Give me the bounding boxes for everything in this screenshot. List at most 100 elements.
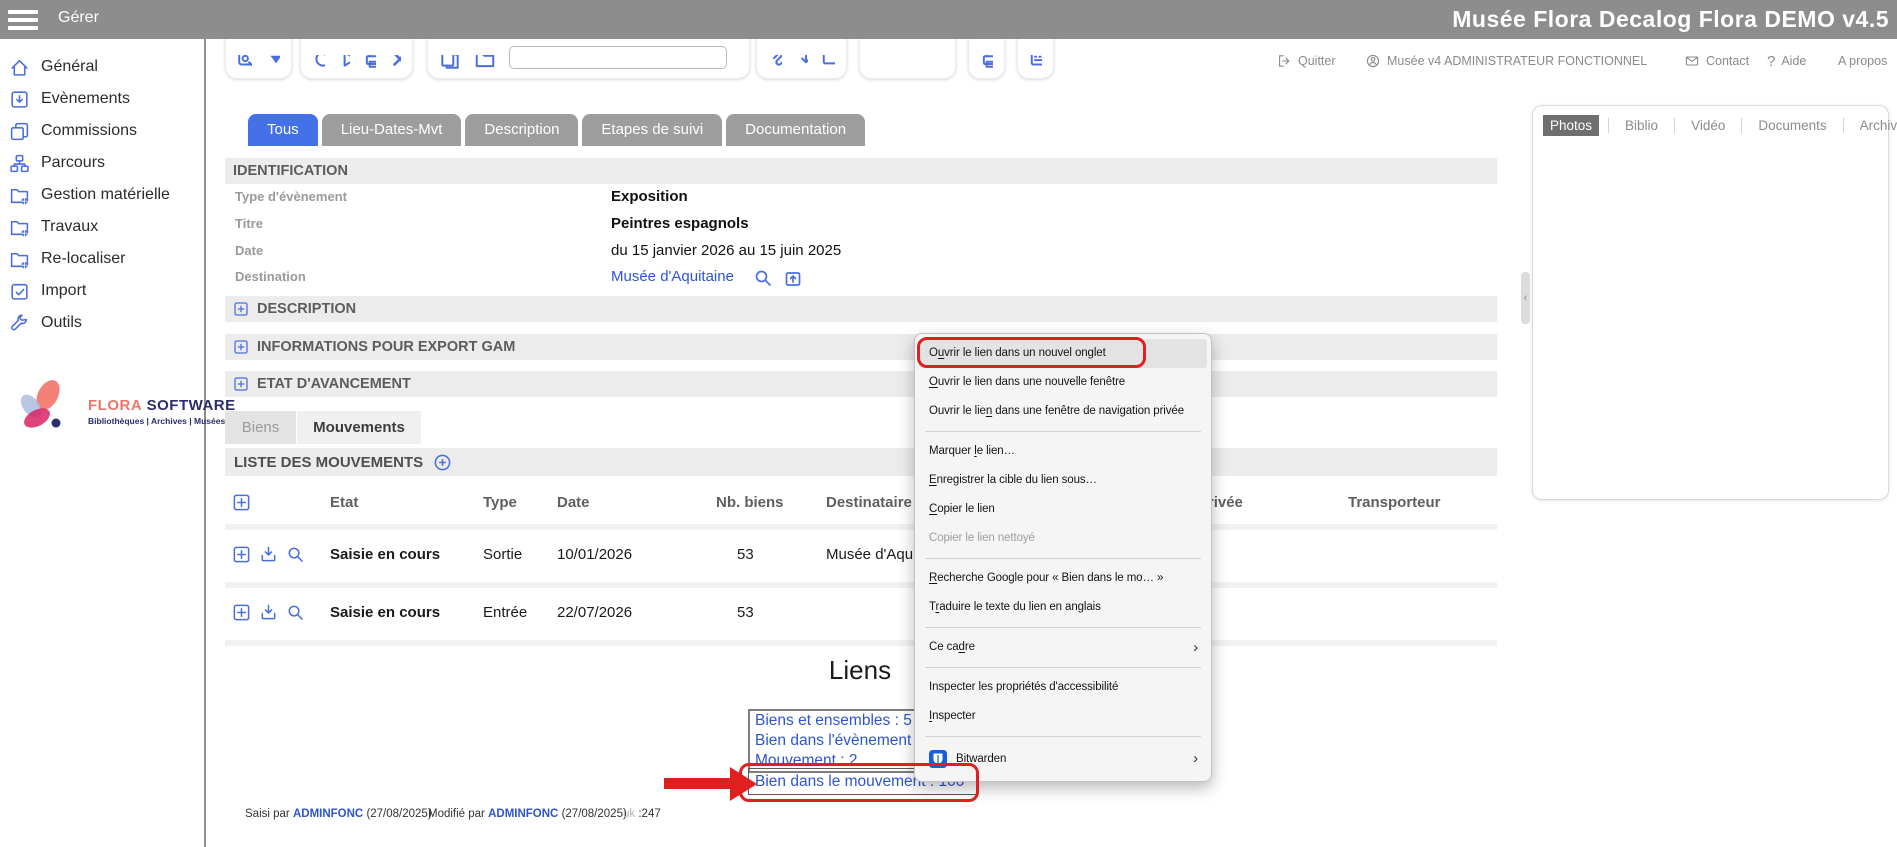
field-value-date: du 15 janvier 2026 au 15 juin 2025 bbox=[611, 242, 841, 259]
expand-plus-icon[interactable] bbox=[232, 603, 251, 622]
expand-plus-icon[interactable] bbox=[232, 545, 251, 564]
menu-item-bitwarden[interactable]: Bitwarden › bbox=[915, 742, 1211, 776]
open-record-icon[interactable] bbox=[783, 268, 803, 288]
field-label-date: Date bbox=[235, 243, 263, 258]
magnifier-icon[interactable] bbox=[753, 268, 773, 288]
menu-item-bookmark-link[interactable]: Marquer le lien… bbox=[915, 437, 1211, 466]
menu-item-google-search[interactable]: Recherche Google pour « Bien dans le mo…… bbox=[915, 564, 1211, 593]
sidebar-item-import[interactable]: Import bbox=[0, 276, 200, 306]
expand-plus-icon[interactable] bbox=[233, 339, 249, 355]
tab-divider bbox=[1843, 118, 1844, 133]
user-icon bbox=[1365, 53, 1381, 69]
menu-item-this-frame[interactable]: Ce cadre› bbox=[915, 633, 1211, 662]
contact-link[interactable]: Contact bbox=[1684, 51, 1749, 71]
menu-separator bbox=[925, 431, 1201, 432]
sidebar-item-parcours[interactable]: Parcours bbox=[0, 148, 200, 178]
table-row: Saisie en cours Sortie 10/01/2026 53 Mus… bbox=[225, 530, 1497, 578]
menu-item-save-link-as[interactable]: Enregistrer la cible du lien sous… bbox=[915, 466, 1211, 495]
subtab-mouvements[interactable]: Mouvements bbox=[297, 411, 421, 444]
media-tab-video[interactable]: Vidéo bbox=[1684, 115, 1732, 136]
cell-type: Entrée bbox=[483, 604, 557, 621]
expand-all-plus-icon[interactable] bbox=[232, 493, 251, 512]
media-tab-documents[interactable]: Documents bbox=[1751, 115, 1833, 136]
subtab-biens[interactable]: Biens bbox=[225, 411, 296, 444]
menu-item-open-new-tab[interactable]: Ouvrir le lien dans un nouvel onglet bbox=[919, 339, 1207, 368]
cell-nb-biens: 53 bbox=[716, 604, 826, 621]
printer-icon[interactable] bbox=[980, 55, 993, 69]
page-copy-icon[interactable] bbox=[439, 55, 461, 69]
download-icon[interactable] bbox=[259, 603, 278, 622]
play-icon[interactable] bbox=[338, 55, 351, 69]
panel-collapse-handle[interactable]: ‹ bbox=[1521, 272, 1530, 324]
section-description[interactable]: DESCRIPTION bbox=[225, 296, 1497, 322]
tab-etapes-de-suivi[interactable]: Etapes de suivi bbox=[582, 114, 722, 146]
about-link[interactable]: A propos bbox=[1838, 51, 1887, 71]
flora-petals-icon bbox=[10, 375, 74, 439]
record-tabs: Tous Lieu-Dates-Mvt Description Etapes d… bbox=[248, 114, 865, 146]
media-tab-biblio[interactable]: Biblio bbox=[1618, 115, 1665, 136]
sidebar-item-outils[interactable]: Outils bbox=[0, 308, 200, 338]
menu-item-translate-link[interactable]: Traduire le texte du lien en anglais bbox=[915, 593, 1211, 622]
paperclip-icon[interactable] bbox=[768, 55, 782, 69]
sidebar-item-commissions[interactable]: Commissions bbox=[0, 116, 200, 146]
tab-documentation[interactable]: Documentation bbox=[726, 114, 865, 146]
link-bien-dans-evenement[interactable]: Bien dans l'évènement bbox=[755, 732, 911, 750]
uk-label: uk bbox=[623, 808, 635, 820]
tab-divider bbox=[1741, 118, 1742, 133]
arrow-down-icon[interactable] bbox=[795, 55, 809, 69]
view-magnifier-icon[interactable] bbox=[286, 545, 305, 564]
media-tab-photos[interactable]: Photos bbox=[1543, 115, 1599, 136]
destination-link[interactable]: Musée d'Aquitaine bbox=[611, 268, 734, 285]
help-link[interactable]: ? Aide bbox=[1767, 51, 1806, 71]
sidebar-item-gestion-materielle[interactable]: Gestion matérielle bbox=[0, 180, 200, 210]
tab-description[interactable]: Description bbox=[465, 114, 578, 146]
sidebar-item-travaux[interactable]: Travaux bbox=[0, 212, 200, 242]
saisi-user-link[interactable]: ADMINFONC bbox=[293, 808, 363, 820]
user-account[interactable]: Musée v4 ADMINISTRATEUR FONCTIONNEL bbox=[1365, 51, 1647, 71]
menu-item-open-new-window[interactable]: Ouvrir le lien dans une nouvelle fenêtre bbox=[915, 368, 1211, 397]
sidebar-item-general[interactable]: Général bbox=[0, 52, 200, 82]
link-biens-et-ensembles[interactable]: Biens et ensembles : 5 bbox=[755, 712, 912, 730]
caret-down-icon[interactable] bbox=[265, 55, 280, 69]
section-etat-avancement[interactable]: ETAT D'AVANCEMENT bbox=[225, 371, 1497, 397]
menu-item-inspect-accessibility[interactable]: Inspecter les propriétés d'accessibilité bbox=[915, 673, 1211, 702]
keypad-icon[interactable] bbox=[1029, 55, 1042, 69]
folder-globe-icon bbox=[9, 217, 30, 238]
expand-plus-icon[interactable] bbox=[233, 301, 249, 317]
header-menu-label: Gérer bbox=[58, 9, 99, 27]
app-title: Musée Flora Decalog Flora DEMO v4.5 bbox=[1452, 6, 1889, 33]
annotation-red-arrow bbox=[664, 778, 732, 789]
add-movement-icon[interactable] bbox=[433, 453, 452, 472]
about-label: A propos bbox=[1838, 54, 1887, 68]
tab-tous[interactable]: Tous bbox=[248, 114, 318, 146]
folder-globe-icon bbox=[9, 185, 30, 206]
expand-plus-icon[interactable] bbox=[233, 376, 249, 392]
download-icon[interactable] bbox=[259, 545, 278, 564]
image-search-icon[interactable] bbox=[237, 55, 252, 69]
menu-item-copy-link[interactable]: Copier le lien bbox=[915, 495, 1211, 524]
user-label: Musée v4 ADMINISTRATEUR FONCTIONNEL bbox=[1387, 54, 1647, 68]
card-plus-icon[interactable] bbox=[821, 55, 835, 69]
folder-icon[interactable] bbox=[474, 55, 496, 69]
event-box-icon bbox=[9, 89, 30, 110]
section-etat-avancement-title: ETAT D'AVANCEMENT bbox=[257, 376, 411, 392]
field-value-titre: Peintres espagnols bbox=[611, 215, 749, 232]
toolbar-search-input[interactable] bbox=[509, 46, 727, 69]
refresh-icon[interactable] bbox=[312, 55, 325, 69]
cell-nb-biens: 53 bbox=[716, 546, 826, 563]
sidebar-item-relocaliser[interactable]: Re-localiser bbox=[0, 244, 200, 274]
tab-lieu-dates-mvt[interactable]: Lieu-Dates-Mvt bbox=[322, 114, 462, 146]
close-icon[interactable] bbox=[389, 55, 402, 69]
menu-item-inspect[interactable]: Inspecter bbox=[915, 702, 1211, 731]
modifie-user-link[interactable]: ADMINFONC bbox=[488, 808, 558, 820]
quit-link[interactable]: Quitter bbox=[1276, 51, 1336, 71]
section-export-gam[interactable]: INFORMATIONS POUR EXPORT GAM bbox=[225, 334, 1497, 360]
view-magnifier-icon[interactable] bbox=[286, 603, 305, 622]
printer-icon[interactable] bbox=[363, 55, 376, 69]
hamburger-menu-icon[interactable] bbox=[8, 10, 38, 34]
media-tab-archives[interactable]: Archives bbox=[1853, 115, 1897, 136]
saisi-par-status: Saisi par ADMINFONC (27/08/2025) bbox=[245, 808, 432, 820]
sidebar-item-evenements[interactable]: Evènements bbox=[0, 84, 200, 114]
menu-item-open-private-window[interactable]: Ouvrir le lien dans une fenêtre de navig… bbox=[915, 397, 1211, 426]
menu-item-copy-clean-link: Copier le lien nettoyé bbox=[915, 524, 1211, 553]
